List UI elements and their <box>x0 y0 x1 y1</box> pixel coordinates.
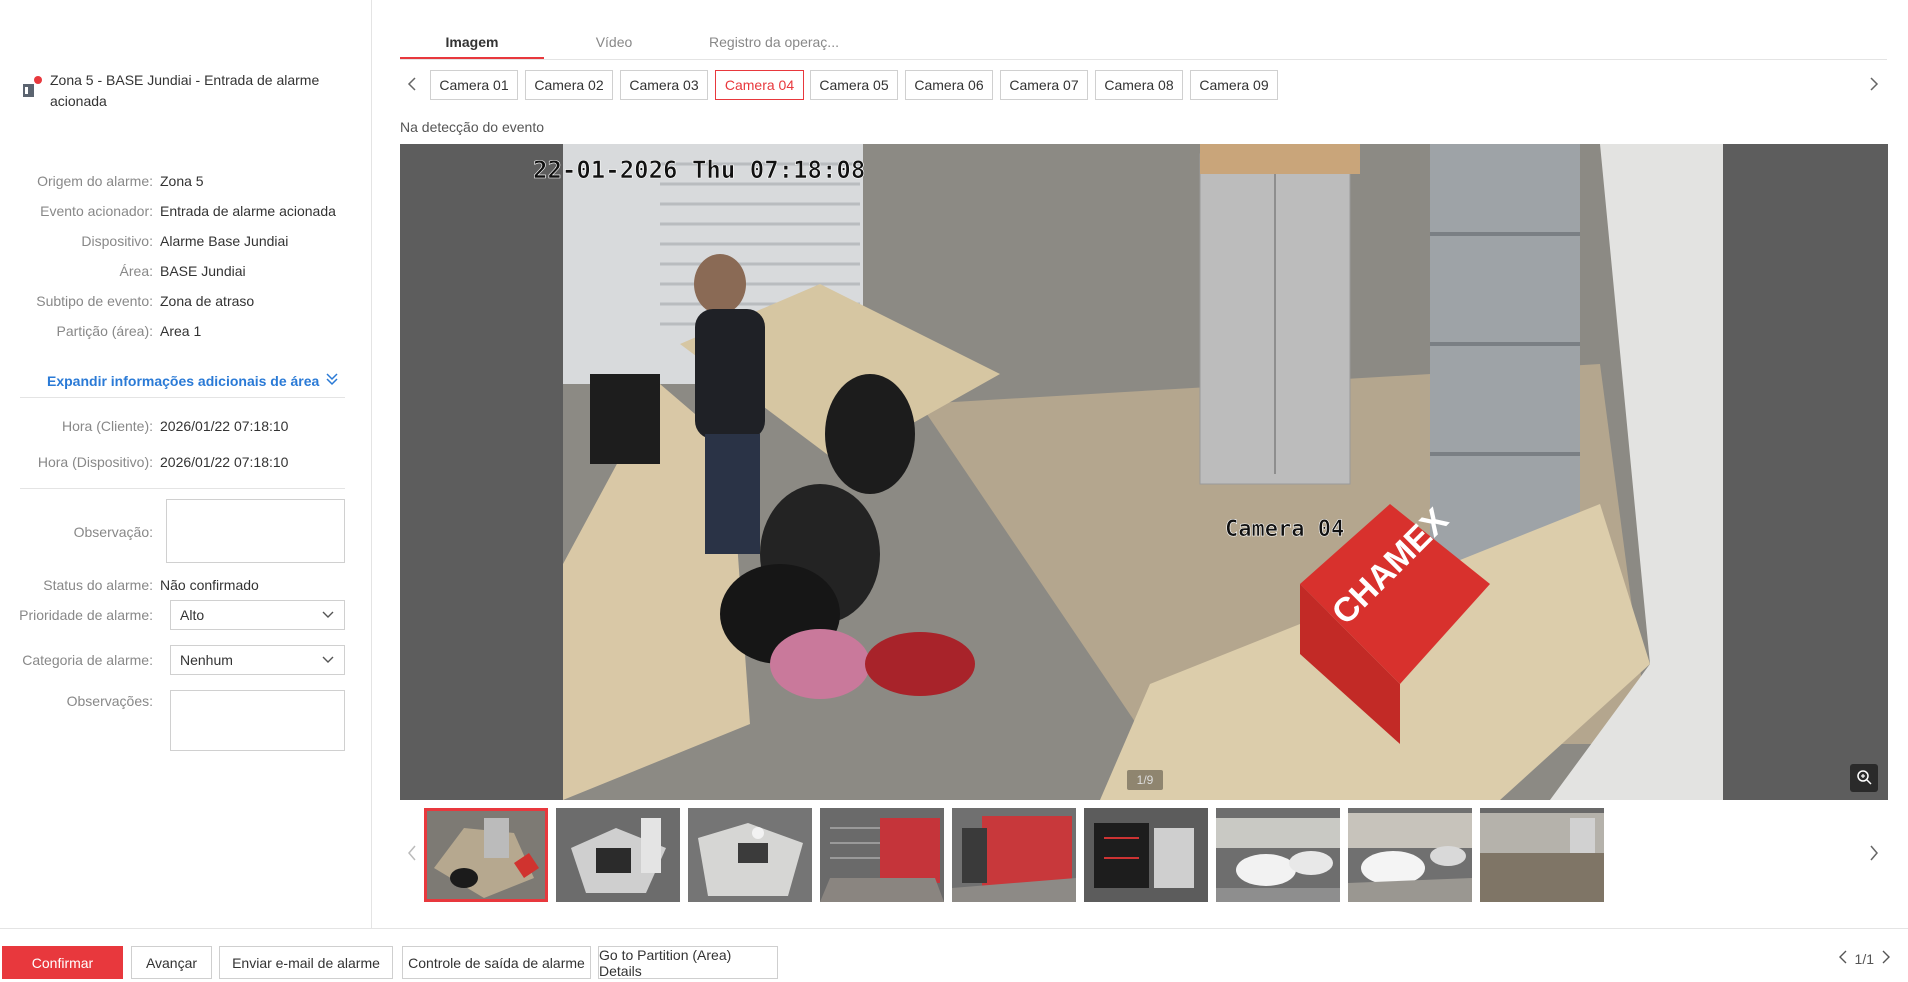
zoom-in-icon <box>1856 769 1872 788</box>
camera-tab-02[interactable]: Camera 02 <box>525 70 613 100</box>
alarm-title: Zona 5 - BASE Jundiai - Entrada de alarm… <box>50 72 320 109</box>
detail-value: Alarme Base Jundiai <box>160 233 289 249</box>
time-row-client: Hora (Cliente): 2026/01/22 07:18:10 <box>0 416 372 436</box>
thumbnail-camera-08[interactable] <box>1348 808 1472 902</box>
status-label: Status do alarme: <box>43 577 153 593</box>
partition-details-button[interactable]: Go to Partition (Area) Details <box>598 946 778 979</box>
category-select[interactable]: Nenhum <box>170 645 345 675</box>
detail-label: Subtipo de evento: <box>36 293 153 309</box>
time-row-device: Hora (Dispositivo): 2026/01/22 07:18:10 <box>0 452 372 472</box>
observacao-label: Observação: <box>73 524 153 540</box>
camera-tab-06[interactable]: Camera 06 <box>905 70 993 100</box>
detail-row-area: Área: BASE Jundiai <box>0 261 372 281</box>
thumbnail-camera-07[interactable] <box>1216 808 1340 902</box>
detail-row-subtipo: Subtipo de evento: Zona de atraso <box>0 291 372 311</box>
alarm-zone-icon <box>22 76 42 98</box>
priority-label: Prioridade de alarme: <box>19 607 153 623</box>
detail-row-origem: Origem do alarme: Zona 5 <box>0 171 372 191</box>
time-value: 2026/01/22 07:18:10 <box>160 418 289 434</box>
event-note: Na detecção do evento <box>400 119 544 135</box>
thumbnail-next-button[interactable] <box>1864 838 1884 868</box>
pager-prev-icon[interactable] <box>1838 950 1847 967</box>
category-selected-value: Nenhum <box>180 652 233 668</box>
pager-label: 1/1 <box>1854 950 1874 967</box>
time-label: Hora (Cliente): <box>61 418 153 434</box>
status-row: Status do alarme: Não confirmado <box>0 575 372 595</box>
priority-select[interactable]: Alto <box>170 600 345 630</box>
divider <box>20 397 345 398</box>
thumbnail-camera-01[interactable] <box>424 808 548 902</box>
camera-tab-05[interactable]: Camera 05 <box>810 70 898 100</box>
alarm-details-panel: Zona 5 - BASE Jundiai - Entrada de alarm… <box>0 0 372 928</box>
camera-prev-button[interactable] <box>402 72 422 96</box>
alarm-active-dot <box>34 76 42 84</box>
detail-row-dispositivo: Dispositivo: Alarme Base Jundiai <box>0 231 372 251</box>
thumbnail-camera-02[interactable] <box>556 808 680 902</box>
action-footer: Confirmar Avançar Enviar e-mail de alarm… <box>0 928 1908 982</box>
detail-label: Partição (área): <box>56 323 153 339</box>
detail-label: Evento acionador: <box>40 203 153 219</box>
thumbnail-strip <box>400 806 1888 902</box>
camera-next-button[interactable] <box>1864 72 1884 96</box>
double-chevron-down-icon <box>325 372 339 389</box>
camera-tab-04[interactable]: Camera 04 <box>715 70 804 100</box>
thumbnail-camera-09[interactable] <box>1480 808 1604 902</box>
time-value: 2026/01/22 07:18:10 <box>160 454 289 470</box>
thumbnail-camera-03[interactable] <box>688 808 812 902</box>
divider <box>20 488 345 489</box>
chevron-down-icon <box>322 652 334 669</box>
pager-next-icon[interactable] <box>1882 950 1890 967</box>
send-alarm-email-button[interactable]: Enviar e-mail de alarme <box>219 946 393 979</box>
tab-imagem[interactable]: Imagem <box>400 24 544 60</box>
active-tab-indicator <box>400 57 544 59</box>
image-page-indicator: 1/9 <box>1127 770 1163 790</box>
media-tabs: Imagem Vídeo Registro da operaç... <box>400 24 1887 60</box>
pager: 1/1 <box>1838 950 1890 967</box>
detail-value: Zona de atraso <box>160 293 255 309</box>
camera-tab-03[interactable]: Camera 03 <box>620 70 708 100</box>
detail-row-particao: Partição (área): Area 1 <box>0 321 372 341</box>
detail-value: Zona 5 <box>160 173 204 189</box>
camera-tab-07[interactable]: Camera 07 <box>1000 70 1088 100</box>
category-label: Categoria de alarme: <box>22 652 153 668</box>
detail-label: Dispositivo: <box>81 233 153 249</box>
detail-label: Área: <box>119 263 153 279</box>
observacao-textarea[interactable] <box>166 499 345 563</box>
expand-link-label: Expandir informações adicionais de área <box>47 372 320 389</box>
expand-area-info-link[interactable]: Expandir informações adicionais de área <box>47 372 339 389</box>
chevron-down-icon <box>322 607 334 624</box>
tab-video[interactable]: Vídeo <box>544 24 684 60</box>
timestamp-overlay: 22-01-2026 Thu 07:18:08 <box>533 156 865 184</box>
detail-row-evento: Evento acionador: Entrada de alarme acio… <box>0 201 372 221</box>
priority-selected-value: Alto <box>180 607 205 623</box>
status-value: Não confirmado <box>160 577 259 593</box>
detail-value: Entrada de alarme acionada <box>160 203 336 219</box>
thumbnail-camera-04[interactable] <box>820 808 944 902</box>
advance-button[interactable]: Avançar <box>131 946 212 979</box>
alarm-output-control-button[interactable]: Controle de saída de alarme <box>402 946 591 979</box>
alarm-header: Zona 5 - BASE Jundiai - Entrada de alarm… <box>22 70 352 112</box>
camera-tab-09[interactable]: Camera 09 <box>1190 70 1278 100</box>
zoom-in-button[interactable] <box>1850 764 1878 792</box>
detail-value: BASE Jundiai <box>160 263 246 279</box>
observacoes-textarea[interactable] <box>170 690 345 751</box>
camera-tab-08[interactable]: Camera 08 <box>1095 70 1183 100</box>
time-label: Hora (Dispositivo): <box>37 454 153 470</box>
observacoes-label: Observações: <box>66 693 153 709</box>
detail-value: Area 1 <box>160 323 202 339</box>
confirm-button[interactable]: Confirmar <box>2 946 123 979</box>
camera-snapshot-viewer[interactable]: CHAMEX 22-01-2026 Thu 07:18:08 Camera 04 <box>400 144 1888 800</box>
thumbnail-camera-05[interactable] <box>952 808 1076 902</box>
camera-overlay: Camera 04 <box>1225 517 1344 542</box>
tab-registro[interactable]: Registro da operaç... <box>684 24 864 60</box>
thumbnail-camera-06[interactable] <box>1084 808 1208 902</box>
detail-label: Origem do alarme: <box>37 173 153 189</box>
camera-tab-01[interactable]: Camera 01 <box>430 70 518 100</box>
